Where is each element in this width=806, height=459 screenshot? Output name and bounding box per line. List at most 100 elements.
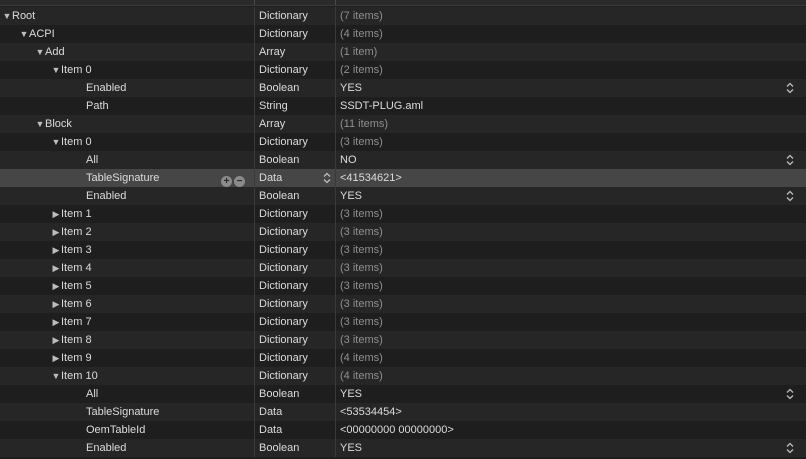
plist-row[interactable]: ▶ Item 6 Dictionary (3 items) (0, 295, 806, 313)
plist-row[interactable]: TableSignature Data <53534454> (0, 403, 806, 421)
type-cell[interactable]: Data (255, 403, 335, 421)
plist-row[interactable]: ▶ Item 8 Dictionary (3 items) (0, 331, 806, 349)
value-cell[interactable]: NO (336, 151, 806, 169)
value-cell[interactable]: (3 items) (336, 133, 806, 151)
key-cell[interactable]: ▼ Root (0, 7, 254, 25)
value-cell[interactable]: YES (336, 439, 806, 457)
value-cell[interactable]: (7 items) (336, 7, 806, 25)
key-cell[interactable]: ▶ Item 3 (0, 241, 254, 259)
disclosure-open-icon[interactable]: ▼ (35, 43, 45, 61)
add-row-icon[interactable]: + (221, 176, 232, 187)
plist-row[interactable]: ▼ Add Array (1 item) (0, 43, 806, 61)
value-cell[interactable]: SSDT-PLUG.aml (336, 97, 806, 115)
key-cell[interactable]: ▼ Item 0 (0, 61, 254, 79)
key-cell[interactable]: ▶ Item 1 (0, 205, 254, 223)
type-cell[interactable]: Dictionary (255, 295, 335, 313)
disclosure-closed-icon[interactable]: ▶ (51, 331, 61, 349)
key-cell[interactable]: TableSignature (0, 403, 254, 421)
value-cell[interactable]: (11 items) (336, 115, 806, 133)
type-cell[interactable]: Dictionary (255, 205, 335, 223)
type-cell[interactable]: Dictionary (255, 133, 335, 151)
value-cell[interactable]: (1 item) (336, 43, 806, 61)
key-cell[interactable]: ▼ Block (0, 115, 254, 133)
disclosure-closed-icon[interactable]: ▶ (51, 241, 61, 259)
plist-row[interactable]: ▼ Root Dictionary (7 items) (0, 7, 806, 25)
key-cell[interactable]: ▶ Item 2 (0, 223, 254, 241)
plist-row[interactable]: All Boolean YES (0, 385, 806, 403)
key-cell[interactable]: ▼ Add (0, 43, 254, 61)
disclosure-open-icon[interactable]: ▼ (51, 367, 61, 385)
plist-row[interactable]: ▼ Item 10 Dictionary (4 items) (0, 367, 806, 385)
key-cell[interactable]: ▶ Item 4 (0, 259, 254, 277)
value-cell[interactable]: (2 items) (336, 61, 806, 79)
type-cell[interactable]: String (255, 97, 335, 115)
value-cell[interactable]: (4 items) (336, 367, 806, 385)
plist-row[interactable]: Path String SSDT-PLUG.aml (0, 97, 806, 115)
plist-row[interactable]: Enabled Boolean YES (0, 187, 806, 205)
plist-row[interactable]: Enabled Boolean YES (0, 439, 806, 457)
key-cell[interactable]: TableSignature + − (0, 169, 254, 187)
value-cell[interactable]: (3 items) (336, 241, 806, 259)
key-cell[interactable]: ▶ Item 6 (0, 295, 254, 313)
column-separator[interactable] (335, 0, 336, 5)
type-cell[interactable]: Boolean (255, 439, 335, 457)
value-cell[interactable]: <00000000 00000000> (336, 421, 806, 439)
value-cell[interactable]: (3 items) (336, 259, 806, 277)
value-cell[interactable]: YES (336, 187, 806, 205)
up-down-stepper-icon[interactable] (786, 154, 794, 166)
plist-row[interactable]: ▶ Item 7 Dictionary (3 items) (0, 313, 806, 331)
value-cell[interactable]: YES (336, 79, 806, 97)
value-cell[interactable]: (4 items) (336, 25, 806, 43)
plist-row[interactable]: ▶ Item 1 Dictionary (3 items) (0, 205, 806, 223)
up-down-stepper-icon[interactable] (786, 442, 794, 454)
up-down-stepper-icon[interactable] (786, 82, 794, 94)
type-cell[interactable]: Array (255, 115, 335, 133)
type-cell[interactable]: Boolean (255, 151, 335, 169)
value-cell[interactable]: YES (336, 385, 806, 403)
type-cell[interactable]: Data (255, 421, 335, 439)
key-cell[interactable]: Enabled (0, 79, 254, 97)
key-cell[interactable]: Enabled (0, 439, 254, 457)
type-cell[interactable]: Boolean (255, 385, 335, 403)
plist-row[interactable]: TableSignature + − Data <41534621> (0, 169, 806, 187)
plist-row[interactable]: ▼ Item 0 Dictionary (3 items) (0, 133, 806, 151)
disclosure-closed-icon[interactable]: ▶ (51, 295, 61, 313)
value-cell[interactable]: (3 items) (336, 331, 806, 349)
type-cell[interactable]: Dictionary (255, 7, 335, 25)
value-cell[interactable]: <53534454> (336, 403, 806, 421)
up-down-stepper-icon[interactable] (786, 388, 794, 400)
type-cell[interactable]: Dictionary (255, 241, 335, 259)
value-cell[interactable]: (3 items) (336, 277, 806, 295)
disclosure-open-icon[interactable]: ▼ (35, 115, 45, 133)
type-cell[interactable]: Boolean (255, 187, 335, 205)
plist-row[interactable]: OemTableId Data <00000000 00000000> (0, 421, 806, 439)
type-cell[interactable]: Dictionary (255, 313, 335, 331)
plist-row[interactable]: ▼ ACPI Dictionary (4 items) (0, 25, 806, 43)
plist-row[interactable]: ▶ Item 4 Dictionary (3 items) (0, 259, 806, 277)
value-cell[interactable]: (3 items) (336, 223, 806, 241)
up-down-stepper-icon[interactable] (786, 190, 794, 202)
value-cell[interactable]: (3 items) (336, 313, 806, 331)
plist-row[interactable]: ▶ Item 5 Dictionary (3 items) (0, 277, 806, 295)
disclosure-open-icon[interactable]: ▼ (19, 25, 29, 43)
disclosure-closed-icon[interactable]: ▶ (51, 205, 61, 223)
key-cell[interactable]: Enabled (0, 187, 254, 205)
plist-row[interactable]: ▶ Item 3 Dictionary (3 items) (0, 241, 806, 259)
type-cell[interactable]: Dictionary (255, 331, 335, 349)
key-cell[interactable]: Path (0, 97, 254, 115)
type-cell[interactable]: Dictionary (255, 349, 335, 367)
plist-row[interactable]: All Boolean NO (0, 151, 806, 169)
disclosure-open-icon[interactable]: ▼ (51, 133, 61, 151)
type-cell[interactable]: Data (255, 169, 335, 187)
plist-row[interactable]: ▼ Item 0 Dictionary (2 items) (0, 61, 806, 79)
type-cell[interactable]: Array (255, 43, 335, 61)
type-cell[interactable]: Dictionary (255, 277, 335, 295)
disclosure-closed-icon[interactable]: ▶ (51, 259, 61, 277)
type-popup-icon[interactable] (323, 172, 331, 184)
type-cell[interactable]: Dictionary (255, 25, 335, 43)
key-cell[interactable]: OemTableId (0, 421, 254, 439)
key-cell[interactable]: All (0, 151, 254, 169)
value-cell[interactable]: (4 items) (336, 349, 806, 367)
key-cell[interactable]: ▶ Item 5 (0, 277, 254, 295)
key-cell[interactable]: ▶ Item 7 (0, 313, 254, 331)
